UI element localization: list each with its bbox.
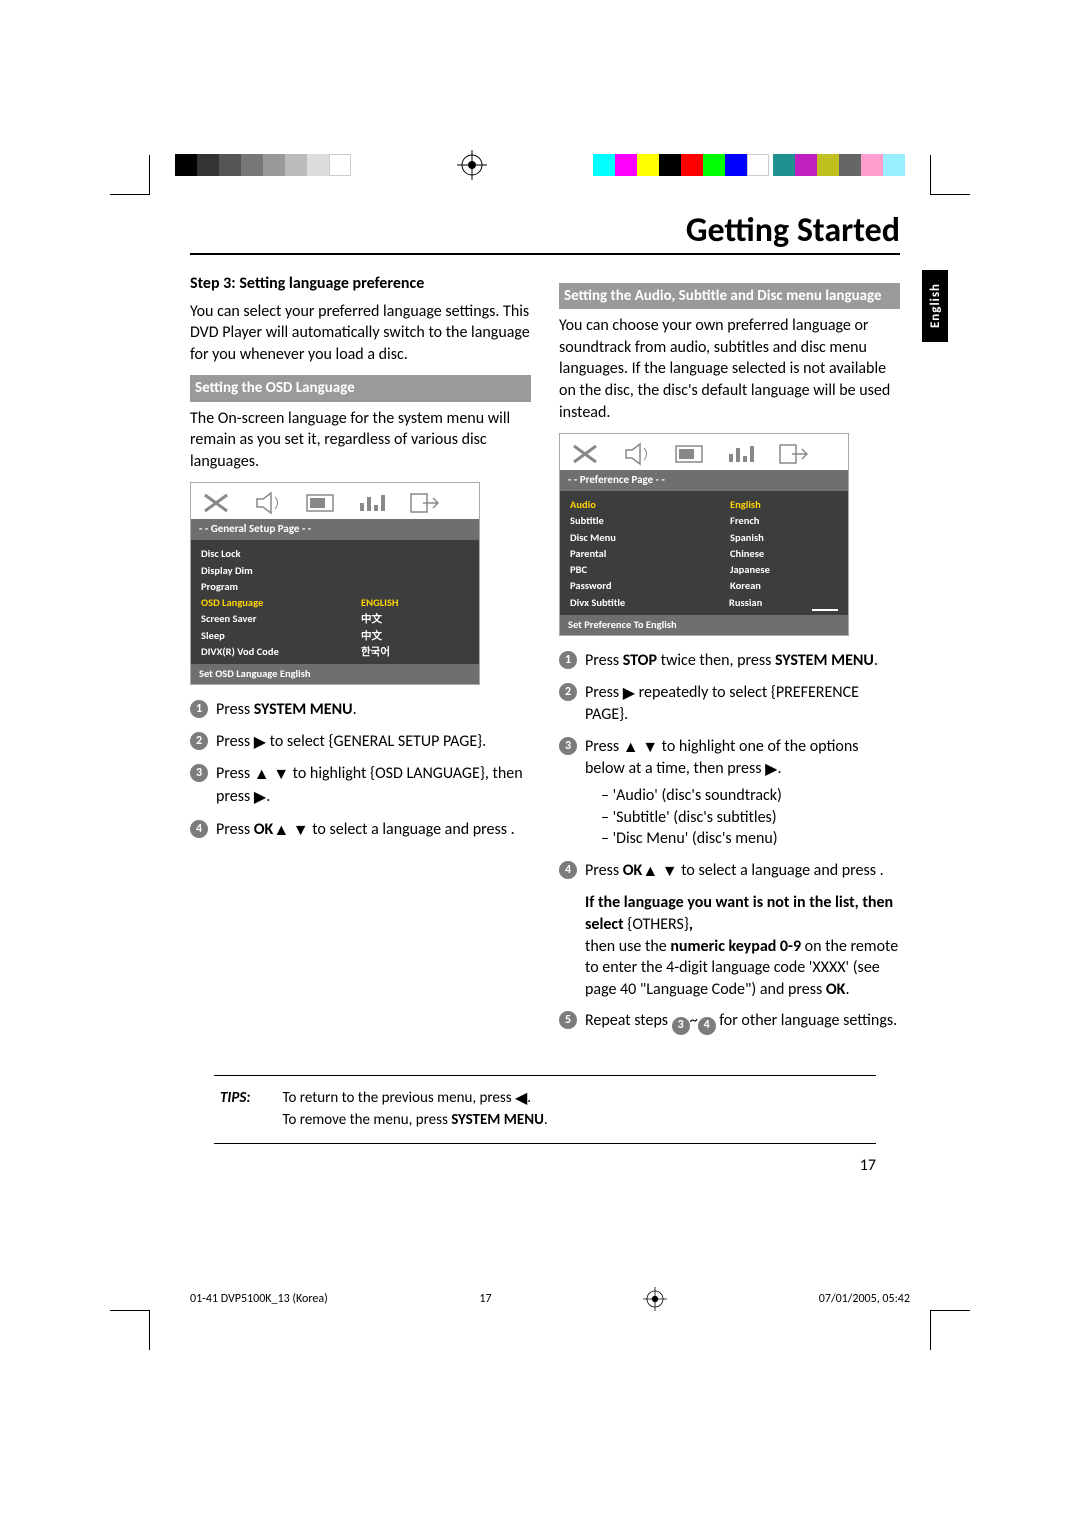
- speaker-icon: [622, 442, 652, 466]
- exit-icon: [778, 442, 808, 466]
- speaker-icon: [253, 491, 283, 515]
- registration-mark-icon: [643, 1287, 667, 1311]
- tv-icon: [674, 442, 704, 466]
- page-content: Getting Started Step 3: Setting language…: [0, 0, 1080, 1255]
- tv-icon: [305, 491, 335, 515]
- step-5: 5 Repeat steps 3~4 for other language se…: [559, 1010, 900, 1034]
- equalizer-icon: [726, 442, 756, 466]
- intro-text: You can select your preferred language s…: [190, 301, 531, 366]
- left-step-list: 1Press SYSTEM MENU.2Press ▶ to select {G…: [190, 699, 531, 841]
- audio-subtitle-body: You can choose your own preferred langua…: [559, 315, 900, 423]
- right-step-list: 1Press STOP twice then, press SYSTEM MEN…: [559, 650, 900, 882]
- tips-box: TIPS: To return to the previous menu, pr…: [214, 1075, 876, 1144]
- page-number: 17: [190, 1156, 876, 1175]
- print-footer: 01-41 DVP5100K_13 (Korea) 17 07/01/2005,…: [0, 1255, 1080, 1351]
- others-note: If the language you want is not in the l…: [585, 892, 900, 1000]
- left-column: Step 3: Setting language preference You …: [190, 273, 531, 1035]
- step-heading: Step 3: Setting language preference: [190, 273, 531, 295]
- tools-icon: [570, 442, 600, 466]
- osd-body: The On-screen language for the system me…: [190, 408, 531, 473]
- right-column: Setting the Audio, Subtitle and Disc men…: [559, 273, 900, 1035]
- footer-date: 07/01/2005, 05:42: [819, 1292, 910, 1306]
- tips-label: TIPS:: [220, 1088, 281, 1131]
- osd-menu-preference: - - Preference Page - - AudioEnglishSubt…: [559, 433, 849, 636]
- footer-page: 17: [479, 1292, 491, 1306]
- exit-icon: [409, 491, 439, 515]
- osd-subheading: Setting the OSD Language: [190, 375, 531, 401]
- osd-icon-row: [191, 483, 479, 519]
- tools-icon: [201, 491, 231, 515]
- equalizer-icon: [357, 491, 387, 515]
- page-title: Getting Started: [190, 210, 900, 255]
- footer-filename: 01-41 DVP5100K_13 (Korea): [190, 1292, 328, 1306]
- osd-menu-general: - - General Setup Page - - Disc LockDisp…: [190, 482, 480, 685]
- audio-subtitle-heading: Setting the Audio, Subtitle and Disc men…: [559, 283, 900, 309]
